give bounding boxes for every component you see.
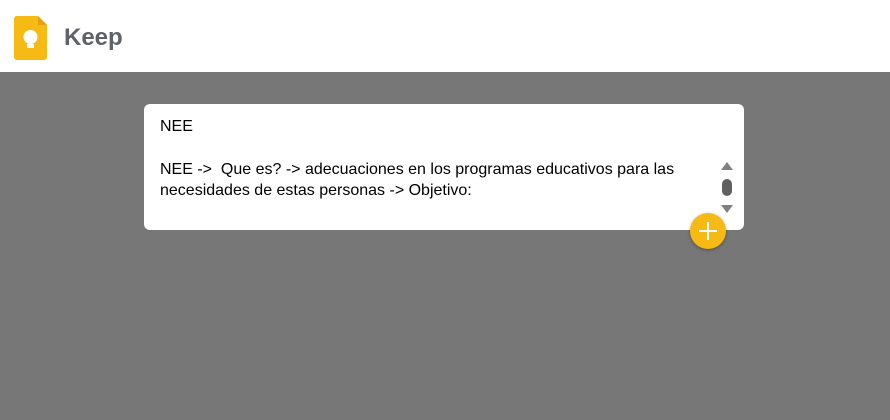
app-title: Keep — [64, 24, 123, 51]
note-title[interactable]: NEE — [160, 117, 193, 137]
plus-icon — [699, 222, 717, 240]
app-header: Keep — [0, 0, 890, 72]
scroll-up-arrow-icon[interactable] — [721, 162, 733, 170]
note-body[interactable]: NEE -> Que es? -> adecuaciones en los pr… — [160, 159, 708, 221]
add-button[interactable] — [690, 213, 726, 249]
scroll-down-arrow-icon[interactable] — [721, 205, 733, 213]
note-body-area[interactable]: NEE -> Que es? -> adecuaciones en los pr… — [160, 159, 708, 221]
scroll-thumb[interactable] — [722, 179, 732, 196]
note-card[interactable]: NEE NEE -> Que es? -> adecuaciones en lo… — [144, 104, 744, 230]
keep-logo-icon — [14, 16, 47, 60]
note-scrollbar[interactable] — [720, 162, 734, 216]
